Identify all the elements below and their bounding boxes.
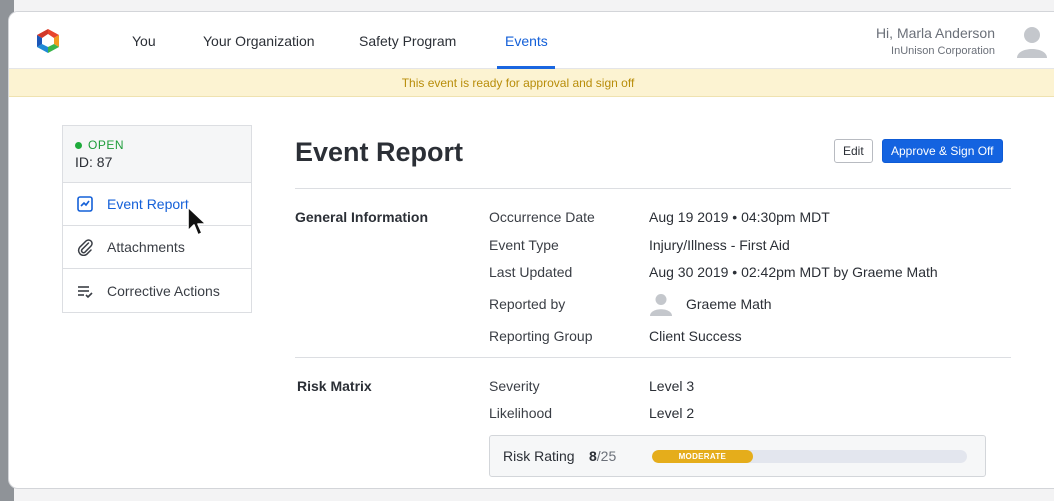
event-status-header: OPEN ID: 87 xyxy=(63,126,251,183)
user-avatar-icon[interactable] xyxy=(1014,24,1050,58)
section-divider xyxy=(295,357,1011,358)
reported-by-value[interactable]: Graeme Math xyxy=(686,296,772,312)
chart-icon xyxy=(77,196,93,212)
occurrence-date-value: Aug 19 2019 • 04:30pm MDT xyxy=(649,209,830,225)
last-updated-value: Aug 30 2019 • 02:42pm MDT by Graeme Math xyxy=(649,264,938,280)
field-label: Event Type xyxy=(489,237,559,253)
logo-icon[interactable] xyxy=(35,29,61,53)
user-greeting[interactable]: Hi, Marla Anderson xyxy=(876,25,995,41)
field-label: Reporting Group xyxy=(489,328,593,344)
reporting-group-value: Client Success xyxy=(649,328,742,344)
event-type-value: Injury/Illness - First Aid xyxy=(649,237,790,253)
risk-matrix-title: Risk Matrix xyxy=(297,378,372,394)
approval-banner: This event is ready for approval and sig… xyxy=(9,69,1054,97)
user-organization: InUnison Corporation xyxy=(891,45,995,57)
event-id: ID: 87 xyxy=(75,154,113,170)
approve-sign-off-button[interactable]: Approve & Sign Off xyxy=(882,139,1003,163)
event-sidebar: OPEN ID: 87 Event Report Attachments Cor… xyxy=(62,125,252,313)
severity-value: Level 3 xyxy=(649,378,695,394)
sidebar-item-label: Event Report xyxy=(107,196,189,212)
status-dot-icon xyxy=(75,141,82,149)
risk-rating-fill: MODERATE xyxy=(652,450,753,463)
risk-rating-bar: MODERATE xyxy=(652,450,967,463)
risk-rating-panel: Risk Rating 8/25 MODERATE xyxy=(489,435,986,477)
mouse-cursor-icon xyxy=(187,206,207,236)
checklist-icon xyxy=(78,285,93,298)
sidebar-item-attachments[interactable]: Attachments xyxy=(63,226,251,269)
reporter-avatar-icon xyxy=(650,294,672,316)
risk-score-max: /25 xyxy=(596,448,617,464)
nav-item-your-organization[interactable]: Your Organization xyxy=(203,33,315,49)
field-label: Reported by xyxy=(489,296,566,312)
status-badge: OPEN xyxy=(75,138,239,152)
page-title: Event Report xyxy=(295,137,464,167)
nav-item-you[interactable]: You xyxy=(132,33,156,49)
top-nav: You Your Organization Safety Program Eve… xyxy=(9,12,1054,69)
paperclip-icon xyxy=(77,239,93,256)
app-window: You Your Organization Safety Program Eve… xyxy=(8,11,1054,489)
risk-rating-score: 8/25 xyxy=(589,448,616,464)
risk-rating-label: Risk Rating xyxy=(503,448,575,464)
sidebar-item-corrective-actions[interactable]: Corrective Actions xyxy=(63,269,251,312)
nav-item-events[interactable]: Events xyxy=(505,33,548,49)
field-label: Last Updated xyxy=(489,264,573,280)
field-label: Severity xyxy=(489,378,540,394)
general-information-title: General Information xyxy=(295,209,429,225)
edit-button[interactable]: Edit xyxy=(834,139,873,163)
sidebar-item-label: Attachments xyxy=(107,239,185,255)
nav-item-safety-program[interactable]: Safety Program xyxy=(359,33,456,49)
field-label: Likelihood xyxy=(489,405,553,421)
status-text: OPEN xyxy=(88,138,125,152)
sidebar-item-event-report[interactable]: Event Report xyxy=(63,183,251,226)
risk-score-value: 8 xyxy=(589,448,597,464)
header-divider xyxy=(295,188,1011,189)
field-label: Occurrence Date xyxy=(489,209,595,225)
sidebar-item-label: Corrective Actions xyxy=(107,282,220,299)
likelihood-value: Level 2 xyxy=(649,405,695,421)
